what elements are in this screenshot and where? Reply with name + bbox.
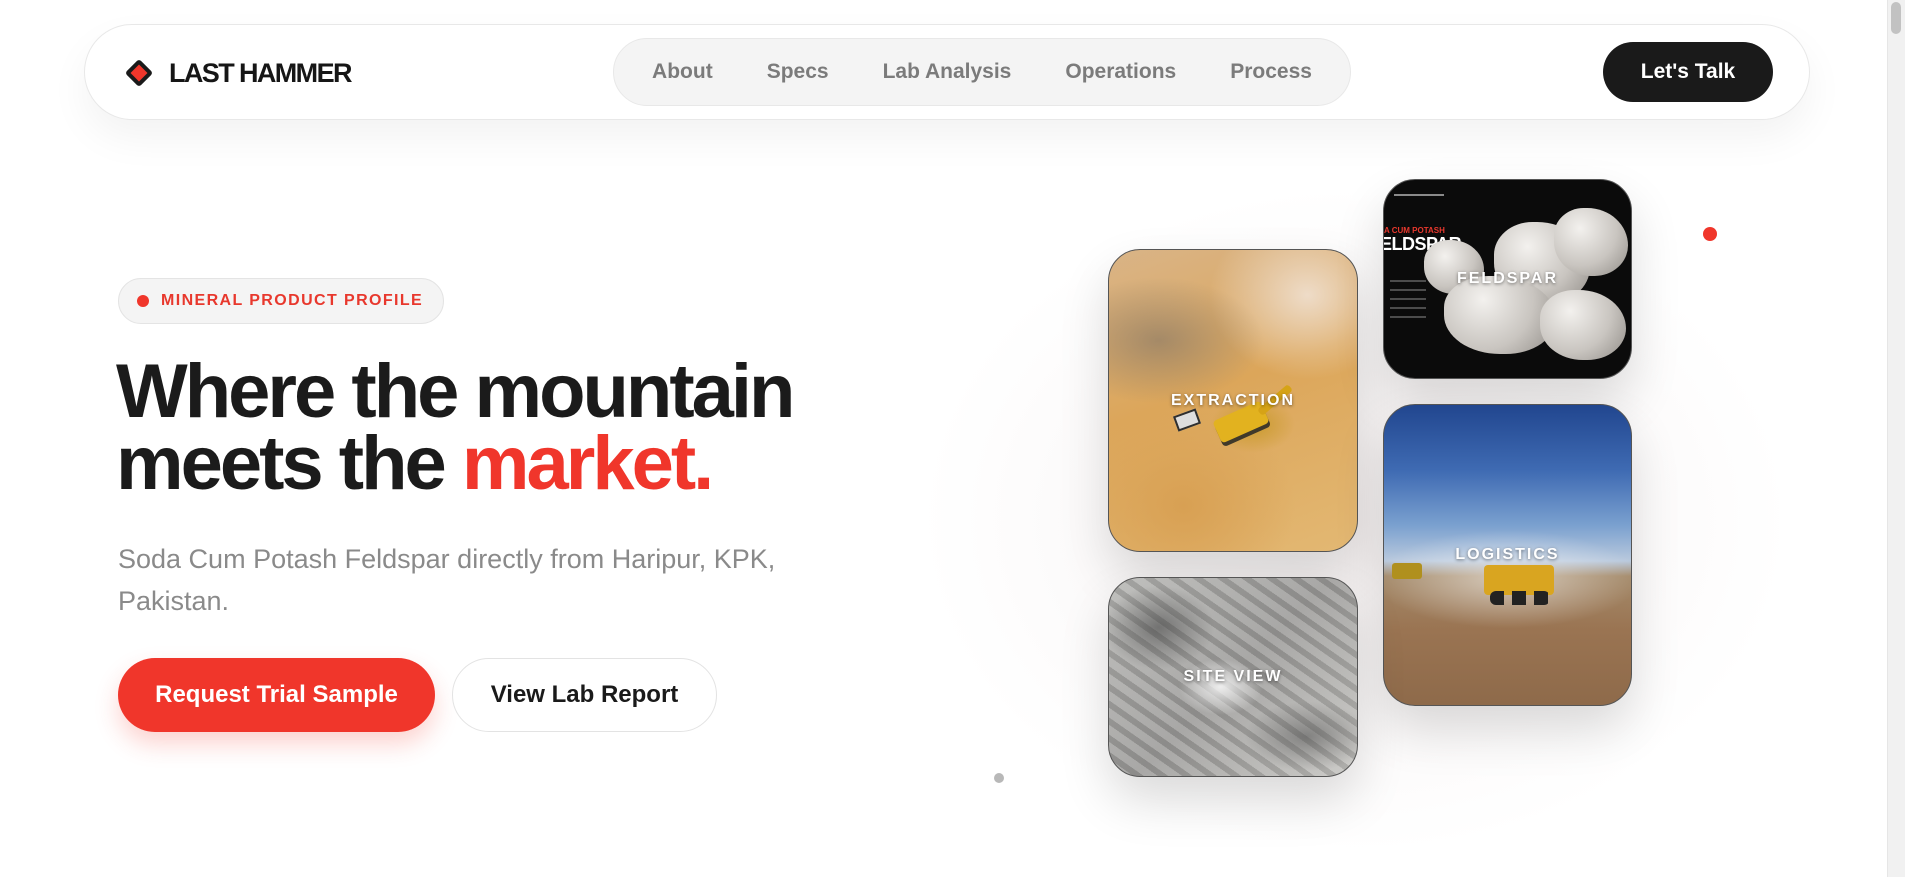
nav-link-about[interactable]: About — [625, 60, 740, 84]
logistics-label: LOGISTICS — [1455, 546, 1560, 563]
rock-image-detail — [1540, 290, 1626, 360]
hero-headline: Where the mountain meets the market. — [116, 354, 876, 502]
truck-image-detail — [1172, 408, 1202, 432]
red-dot-icon — [137, 295, 149, 307]
logistics-card[interactable]: LOGISTICS — [1383, 404, 1632, 706]
haul-truck-image-detail — [1484, 565, 1554, 605]
scrollbar-thumb[interactable] — [1891, 2, 1901, 34]
hero-subtext: Soda Cum Potash Feldspar directly from H… — [118, 544, 776, 616]
brand-logo[interactable]: LAST HAMMER — [124, 53, 352, 93]
request-trial-sample-button[interactable]: Request Trial Sample — [118, 658, 435, 732]
product-profile-badge: MINERAL PRODUCT PROFILE — [118, 278, 445, 324]
brand-name: LAST HAMMER — [169, 57, 352, 88]
site-view-label: SITE VIEW — [1183, 668, 1283, 685]
truck-image-detail — [1392, 563, 1422, 579]
lets-talk-button[interactable]: Let's Talk — [1603, 42, 1773, 102]
feldspar-card[interactable]: A CUM POTASH ELDSPAR FELDSPAR — [1383, 179, 1632, 379]
feldspar-label: FELDSPAR — [1456, 270, 1559, 287]
nav-link-operations[interactable]: Operations — [1038, 60, 1203, 84]
nav-link-process[interactable]: Process — [1203, 60, 1339, 84]
decorative-grey-dot — [994, 773, 1004, 783]
site-view-card[interactable]: SITE VIEW — [1108, 577, 1358, 777]
headline-accent: market. — [461, 421, 714, 506]
rock-image-detail — [1554, 208, 1628, 276]
headline-line-2: meets the — [116, 421, 462, 506]
page-scrollbar[interactable] — [1887, 0, 1905, 877]
extraction-card[interactable]: EXTRACTION — [1108, 249, 1358, 552]
badge-label: MINERAL PRODUCT PROFILE — [161, 292, 424, 309]
decorative-red-dot — [1703, 227, 1717, 241]
top-navbar: LAST HAMMER About Specs Lab Analysis Ope… — [84, 24, 1810, 120]
view-lab-report-button[interactable]: View Lab Report — [452, 658, 717, 732]
primary-nav: About Specs Lab Analysis Operations Proc… — [613, 38, 1351, 106]
nav-link-lab-analysis[interactable]: Lab Analysis — [856, 60, 1039, 84]
diamond-logo-icon — [124, 58, 154, 88]
extraction-label: EXTRACTION — [1171, 391, 1295, 409]
poster-header-line — [1394, 194, 1444, 200]
nav-link-specs[interactable]: Specs — [740, 60, 856, 84]
